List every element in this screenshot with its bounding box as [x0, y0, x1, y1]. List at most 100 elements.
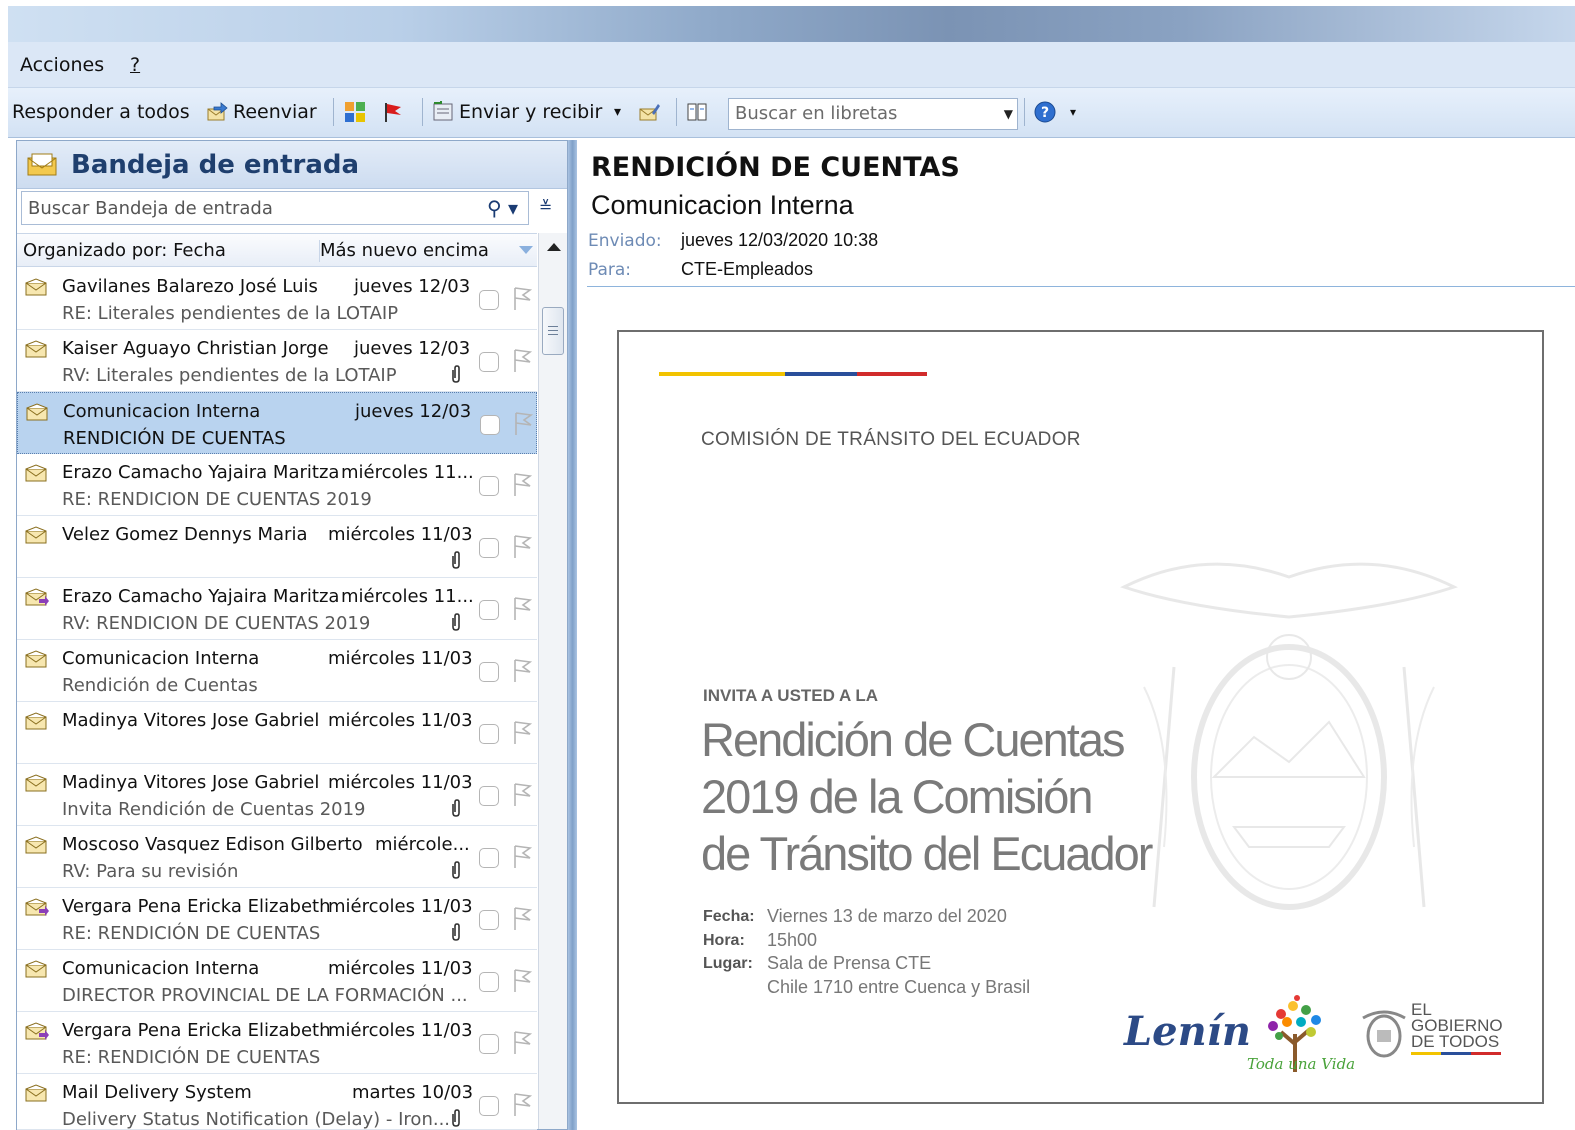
categorize-icon: [345, 102, 365, 122]
pane-splitter[interactable]: [568, 140, 577, 1130]
message-row[interactable]: Madinya Vitores Jose Gabriel miércoles 11…: [17, 702, 537, 764]
invite-line: INVITA A USTED A LA: [703, 686, 879, 705]
to-value[interactable]: CTE-Empleados: [681, 259, 813, 280]
message-subject: RV: RENDICION DE CUENTAS 2019: [62, 613, 371, 634]
flag-icon[interactable]: [509, 284, 533, 312]
message-subject: RE: RENDICIÓN DE CUENTAS: [62, 923, 321, 944]
category-checkbox[interactable]: [479, 848, 499, 868]
flag-icon[interactable]: [509, 904, 533, 932]
address-search-input[interactable]: Buscar en libretas ▼: [728, 98, 1018, 130]
toda-una-vida-logo: Toda una Vida: [1247, 1055, 1356, 1073]
coat-of-arms-watermark-icon: [1120, 562, 1458, 910]
message-row[interactable]: Kaiser Aguayo Christian Jorge jueves 12/0…: [17, 330, 537, 392]
toolbar-separator: [422, 98, 423, 126]
flag-icon: [385, 103, 401, 122]
inbox-pane: Bandeja de entrada Buscar Bandeja de ent…: [16, 140, 568, 1130]
toolbar-options-icon[interactable]: ▾: [1070, 98, 1076, 126]
message-subject: RE: RENDICIÓN DE CUENTAS: [62, 1047, 321, 1068]
message-row-selected[interactable]: Comunicacion Interna jueves 12/03 RENDICIÓ…: [17, 392, 537, 454]
message-row[interactable]: Mail Delivery System martes 10/03 Delivery…: [17, 1074, 537, 1130]
message-date: miércoles 11/03: [328, 772, 473, 793]
scroll-up-icon[interactable]: [547, 243, 561, 251]
hora-label: Hora:: [703, 932, 745, 949]
flag-icon[interactable]: [509, 656, 533, 684]
reply-all-label: Responder a todos: [12, 101, 190, 123]
help-button[interactable]: ?: [1034, 98, 1061, 126]
flag-icon[interactable]: [509, 594, 533, 622]
categorize-button[interactable]: [344, 98, 371, 126]
category-checkbox[interactable]: [479, 786, 499, 806]
sort-arrow-icon[interactable]: [519, 246, 533, 254]
mail-pencil-button[interactable]: [638, 98, 665, 126]
message-row[interactable]: Erazo Camacho Yajaira Maritza miércoles 1…: [17, 454, 537, 516]
message-date: jueves 12/03: [355, 401, 472, 422]
inbox-scrollbar[interactable]: [538, 233, 567, 1129]
scroll-thumb[interactable]: [542, 307, 564, 355]
message-row[interactable]: Moscoso Vasquez Edison Gilberto miércole.…: [17, 826, 537, 888]
category-checkbox[interactable]: [479, 290, 499, 310]
flag-icon[interactable]: [509, 1028, 533, 1056]
flag-icon[interactable]: [509, 470, 533, 498]
message-row[interactable]: Gavilanes Balarezo José Luis jueves 12/03…: [17, 268, 537, 330]
category-checkbox[interactable]: [479, 724, 499, 744]
category-checkbox[interactable]: [479, 538, 499, 558]
message-date: miércoles 11/03: [328, 648, 473, 669]
message-sender: Vergara Pena Ericka Elizabeth: [62, 1020, 331, 1041]
flag-icon[interactable]: [509, 1090, 533, 1118]
category-checkbox[interactable]: [479, 352, 499, 372]
flag-icon[interactable]: [510, 409, 534, 437]
message-row[interactable]: Comunicacion Interna miércoles 11/03 DIREC…: [17, 950, 537, 1012]
fecha-value: Viernes 13 de marzo del 2020: [767, 906, 1007, 926]
flag-icon[interactable]: [509, 966, 533, 994]
category-checkbox[interactable]: [479, 1034, 499, 1054]
flag-icon[interactable]: [509, 346, 533, 374]
category-checkbox[interactable]: [479, 662, 499, 682]
sent-label: Enviado:: [588, 231, 662, 251]
category-checkbox[interactable]: [479, 600, 499, 620]
send-receive-dropdown[interactable]: ▾: [614, 98, 621, 126]
message-sender[interactable]: Comunicacion Interna: [591, 190, 854, 221]
menu-help[interactable]: ?: [130, 54, 140, 76]
category-checkbox[interactable]: [479, 910, 499, 930]
search-icon[interactable]: ⚲ ▾: [487, 196, 518, 220]
inbox-search-input[interactable]: Buscar Bandeja de entrada ⚲ ▾: [21, 191, 529, 225]
message-row[interactable]: Velez Gomez Dennys Maria miércoles 11/03: [17, 516, 537, 578]
message-row[interactable]: Madinya Vitores Jose Gabriel miércoles 11…: [17, 764, 537, 826]
message-row[interactable]: Comunicacion Interna miércoles 11/03 Rendi…: [17, 640, 537, 702]
government-crest-icon: [1362, 1010, 1406, 1058]
send-receive-button[interactable]: Enviar y recibir: [432, 98, 602, 126]
flag-button[interactable]: [382, 98, 409, 126]
message-sender: Velez Gomez Dennys Maria: [62, 524, 308, 545]
chevron-down-icon[interactable]: ▼: [1004, 107, 1013, 121]
hora-value: 15h00: [767, 930, 818, 950]
compose-mail-icon: [639, 104, 660, 121]
sort-by-label[interactable]: Organizado por: Fecha: [23, 240, 226, 261]
category-checkbox[interactable]: [479, 1096, 499, 1116]
category-checkbox[interactable]: [480, 415, 500, 435]
message-date: miércoles 11...: [341, 586, 474, 607]
message-row[interactable]: Erazo Camacho Yajaira Maritza miércoles 1…: [17, 578, 537, 640]
forwarded-envelope-icon: [25, 898, 49, 916]
message-subject: DIRECTOR PROVINCIAL DE LA FORMACIÓN ...: [62, 985, 468, 1006]
flag-icon[interactable]: [509, 532, 533, 560]
category-checkbox[interactable]: [479, 476, 499, 496]
message-subject: RE: Literales pendientes de la LOTAIP: [62, 303, 399, 324]
help-icon: ?: [1034, 101, 1056, 123]
flag-icon[interactable]: [509, 718, 533, 746]
forward-button[interactable]: Reenviar: [206, 98, 317, 126]
message-row[interactable]: Vergara Pena Ericka Elizabeth miércoles 1…: [17, 888, 537, 950]
lugar-label: Lugar:: [703, 955, 753, 972]
message-sender: Kaiser Aguayo Christian Jorge: [62, 338, 329, 359]
sort-bar[interactable]: Organizado por: Fecha Más nuevo encima: [17, 233, 537, 267]
toolbar-separator: [1024, 98, 1025, 126]
menu-acciones[interactable]: Acciones: [20, 54, 104, 76]
flag-icon[interactable]: [509, 780, 533, 808]
flag-icon[interactable]: [509, 842, 533, 870]
inbox-header: Bandeja de entrada: [17, 141, 567, 189]
sort-order-label[interactable]: Más nuevo encima: [319, 240, 489, 262]
expand-search-icon[interactable]: ≚: [539, 197, 552, 216]
category-checkbox[interactable]: [479, 972, 499, 992]
address-book-button[interactable]: [686, 98, 713, 126]
reply-all-button[interactable]: Responder a todos: [12, 98, 190, 126]
message-row[interactable]: Vergara Pena Ericka Elizabeth miércoles 1…: [17, 1012, 537, 1074]
